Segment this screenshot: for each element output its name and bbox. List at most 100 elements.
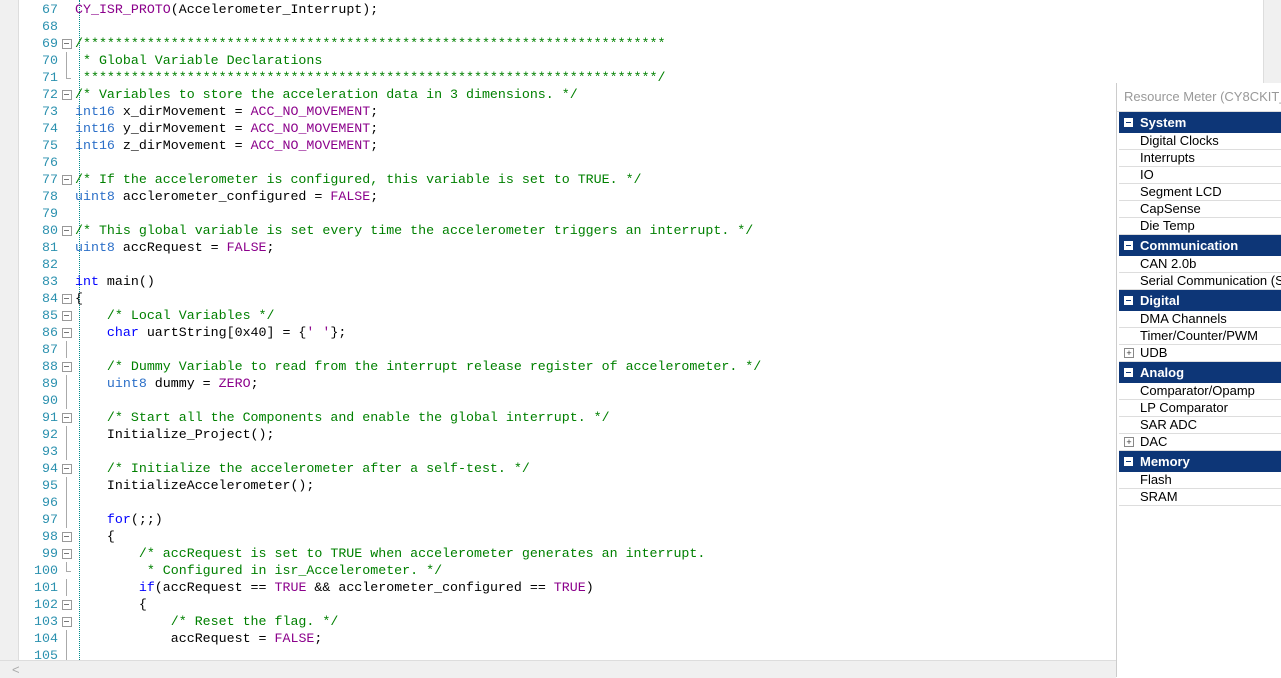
code-text: Initialize_Project(); xyxy=(75,426,275,443)
resource-item[interactable]: CAN 2.0b xyxy=(1119,256,1281,273)
fold-collapse-icon[interactable] xyxy=(61,324,72,341)
code-token: /* Initialize the accelerometer after a … xyxy=(75,461,530,476)
group-label: Memory xyxy=(1140,454,1190,469)
code-editor[interactable]: 67 CY_ISR_PROTO(Accelerometer_Interrupt);… xyxy=(19,0,1263,660)
line-number: 78 xyxy=(42,189,58,204)
code-text: * Configured in isr_Accelerometer. */ xyxy=(75,562,442,579)
fold-collapse-icon[interactable] xyxy=(61,222,72,239)
collapse-icon[interactable] xyxy=(1124,241,1133,250)
expand-icon[interactable]: + xyxy=(1124,348,1134,358)
fold-guide xyxy=(61,562,72,579)
fold-guide xyxy=(61,69,72,86)
fold-collapse-icon[interactable] xyxy=(61,307,72,324)
resource-item[interactable]: CapSense xyxy=(1119,201,1281,218)
line-number: 97 xyxy=(42,512,58,527)
code-text: ****************************************… xyxy=(75,69,666,86)
resource-item[interactable]: + UDB xyxy=(1119,345,1281,362)
collapse-icon[interactable] xyxy=(1124,368,1133,377)
fold-collapse-icon[interactable] xyxy=(61,409,72,426)
fold-guide xyxy=(61,52,72,69)
code-token: uint8 xyxy=(75,240,115,255)
resource-item[interactable]: SRAM xyxy=(1119,489,1281,506)
fold-collapse-icon[interactable] xyxy=(61,460,72,477)
code-text: CY_ISR_PROTO(Accelerometer_Interrupt); xyxy=(75,1,378,18)
fold-collapse-icon[interactable] xyxy=(61,86,72,103)
fold-guide xyxy=(61,647,72,660)
line-number: 83 xyxy=(42,274,58,289)
line-number: 84 xyxy=(42,291,58,306)
code-token: FALSE xyxy=(226,240,267,255)
horizontal-scrollbar[interactable]: < xyxy=(0,660,1116,678)
collapse-icon[interactable] xyxy=(1124,296,1133,305)
resource-item[interactable]: Comparator/Opamp xyxy=(1119,383,1281,400)
collapse-icon[interactable] xyxy=(1124,118,1133,127)
group-header-system[interactable]: System xyxy=(1119,112,1281,133)
fold-collapse-icon[interactable] xyxy=(61,528,72,545)
line-number: 87 xyxy=(42,342,58,357)
code-text: /***************************************… xyxy=(75,35,665,52)
resource-item[interactable]: Digital Clocks xyxy=(1119,133,1281,150)
resource-item[interactable]: Flash xyxy=(1119,472,1281,489)
code-token: ; xyxy=(314,631,323,646)
code-token: ) xyxy=(585,580,594,595)
code-token: ZERO xyxy=(218,376,251,391)
resource-label: Serial Communication (SCB) xyxy=(1140,273,1281,288)
resource-item[interactable]: LP Comparator xyxy=(1119,400,1281,417)
code-token: y_dirMovement = xyxy=(114,121,251,136)
fold-collapse-icon[interactable] xyxy=(61,35,72,52)
expand-icon[interactable]: + xyxy=(1124,437,1134,447)
code-token: uartString[0x40] = { xyxy=(138,325,307,340)
code-token: ; xyxy=(370,121,379,136)
resource-label: Flash xyxy=(1140,472,1172,487)
code-token: (;;) xyxy=(130,512,163,527)
line-number: 96 xyxy=(42,495,58,510)
code-token: z_dirMovement = xyxy=(114,138,251,153)
code-token: acclerometer_configured = xyxy=(114,189,331,204)
line-number: 82 xyxy=(42,257,58,272)
resource-label: CapSense xyxy=(1140,201,1201,216)
code-token: && acclerometer_configured == xyxy=(306,580,554,595)
resource-item[interactable]: SAR ADC xyxy=(1119,417,1281,434)
group-header-analog[interactable]: Analog xyxy=(1119,362,1281,383)
code-token: ' ' xyxy=(306,325,331,340)
scroll-left-icon[interactable]: < xyxy=(12,661,20,678)
fold-collapse-icon[interactable] xyxy=(61,290,72,307)
resource-item[interactable]: Timer/Counter/PWM xyxy=(1119,328,1281,345)
resource-item[interactable]: Die Temp xyxy=(1119,218,1281,235)
group-label: Digital xyxy=(1140,293,1180,308)
resource-item[interactable]: Serial Communication (SCB) xyxy=(1119,273,1281,290)
fold-collapse-icon[interactable] xyxy=(61,596,72,613)
fold-collapse-icon[interactable] xyxy=(61,545,72,562)
group-header-digital[interactable]: Digital xyxy=(1119,290,1281,311)
code-token: /* Local Variables */ xyxy=(75,308,275,323)
code-token: accRequest = xyxy=(75,631,275,646)
code-text: /* Local Variables */ xyxy=(75,307,275,324)
group-header-memory[interactable]: Memory xyxy=(1119,451,1281,472)
code-token: FALSE xyxy=(330,189,371,204)
code-token: /* Start all the Components and enable t… xyxy=(75,410,610,425)
line-number: 101 xyxy=(34,580,58,595)
code-token: CY_ISR_PROTO xyxy=(75,2,171,17)
line-number: 80 xyxy=(42,223,58,238)
code-text: /* accRequest is set to TRUE when accele… xyxy=(75,545,706,562)
fold-collapse-icon[interactable] xyxy=(61,358,72,375)
resource-item[interactable]: Segment LCD xyxy=(1119,184,1281,201)
collapse-icon[interactable] xyxy=(1124,457,1133,466)
resource-item[interactable]: Interrupts xyxy=(1119,150,1281,167)
line-number: 103 xyxy=(34,614,58,629)
fold-collapse-icon[interactable] xyxy=(61,613,72,630)
code-token: /***************************************… xyxy=(75,36,666,51)
code-text: { xyxy=(75,290,83,307)
line-number: 68 xyxy=(42,19,58,34)
resource-item[interactable]: + DAC xyxy=(1119,434,1281,451)
resource-item[interactable]: IO xyxy=(1119,167,1281,184)
resource-label: Segment LCD xyxy=(1140,184,1222,199)
resource-item[interactable]: DMA Channels xyxy=(1119,311,1281,328)
resource-label: SAR ADC xyxy=(1140,417,1198,432)
group-header-communication[interactable]: Communication xyxy=(1119,235,1281,256)
line-number: 75 xyxy=(42,138,58,153)
fold-collapse-icon[interactable] xyxy=(61,171,72,188)
code-token: * Configured in isr_Accelerometer. */ xyxy=(75,563,443,578)
vertical-scrollbar[interactable] xyxy=(1263,0,1281,83)
line-number: 105 xyxy=(34,648,58,660)
